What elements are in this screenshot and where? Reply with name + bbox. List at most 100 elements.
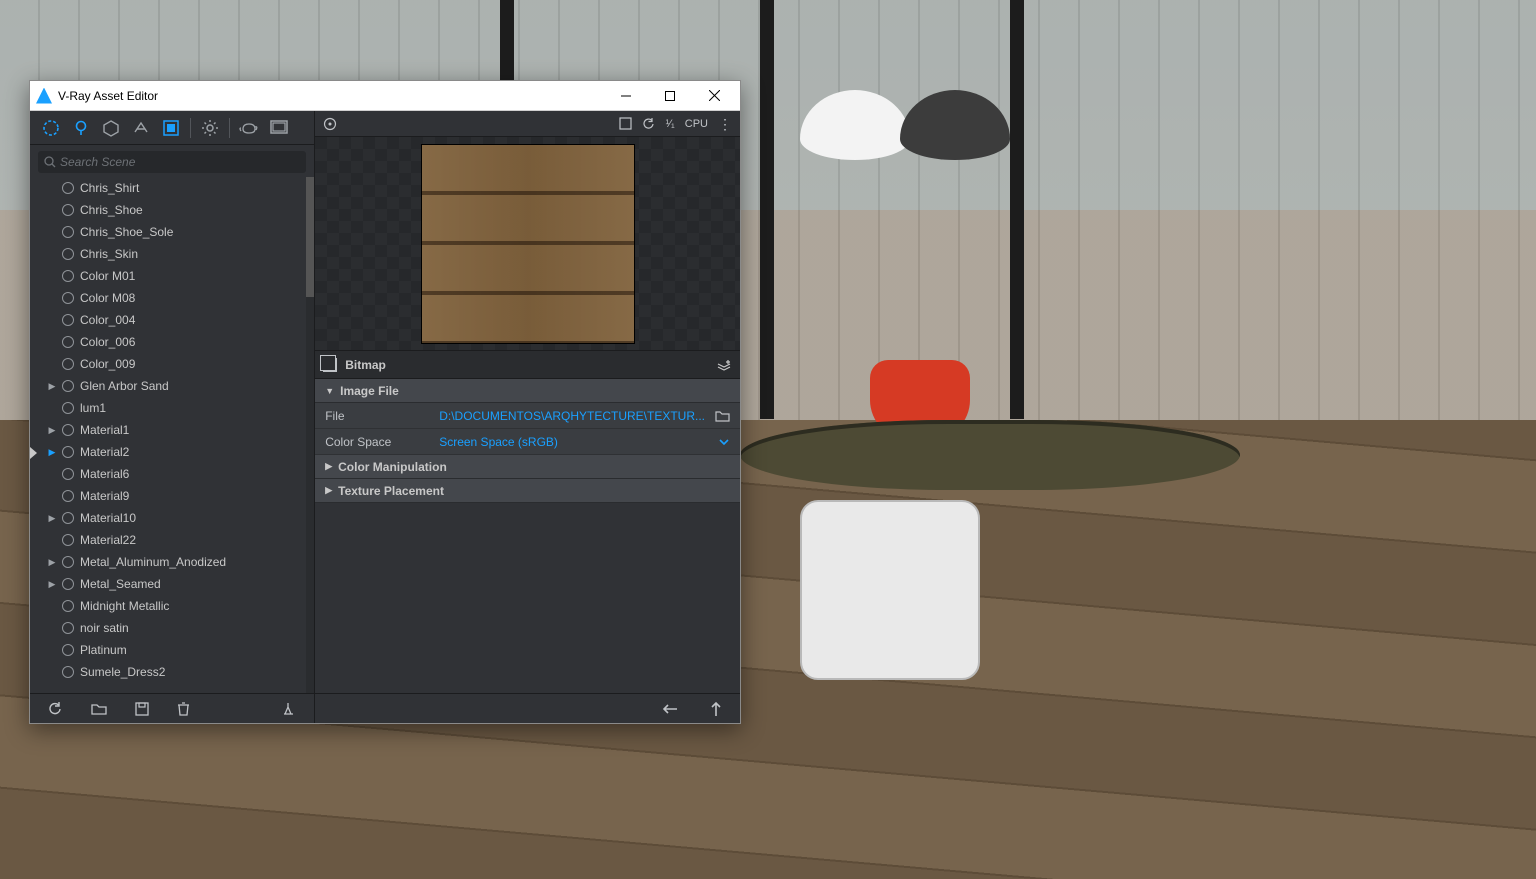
material-item[interactable]: Chris_Shirt — [30, 177, 314, 199]
material-item[interactable]: noir satin — [30, 617, 314, 639]
nav-up-icon[interactable] — [710, 701, 722, 717]
material-item[interactable]: ▶Glen Arbor Sand — [30, 375, 314, 397]
material-swatch-icon — [62, 578, 74, 590]
render-elements-tab-icon[interactable] — [128, 115, 154, 141]
wood-texture-swatch — [421, 144, 635, 344]
search-icon — [44, 156, 56, 168]
vray-logo-icon — [36, 88, 52, 104]
search-field[interactable]: Search Scene — [38, 151, 306, 173]
geometry-tab-icon[interactable] — [98, 115, 124, 141]
open-folder-icon[interactable] — [91, 702, 107, 715]
material-name: Midnight Metallic — [80, 599, 169, 613]
material-item[interactable]: ▶Material1 — [30, 419, 314, 441]
material-swatch-icon — [62, 204, 74, 216]
material-name: Material2 — [80, 445, 129, 459]
material-name: Metal_Seamed — [80, 577, 161, 591]
preview-frame-icon[interactable] — [619, 117, 632, 130]
colorspace-value[interactable]: Screen Space (sRGB) — [439, 435, 708, 449]
section-color-manipulation-label: Color Manipulation — [338, 460, 447, 474]
asset-type-header: Bitmap — [315, 351, 740, 379]
save-icon[interactable] — [135, 702, 149, 716]
section-image-file-label: Image File — [340, 384, 399, 398]
scrollbar-thumb[interactable] — [306, 177, 314, 297]
material-swatch-icon — [62, 248, 74, 260]
expand-caret-icon[interactable]: ▶ — [48, 447, 56, 458]
material-item[interactable]: ▶ Metal_Seamed — [30, 573, 314, 595]
table — [740, 420, 1240, 490]
material-item[interactable]: Color M08 — [30, 287, 314, 309]
material-swatch-icon — [62, 512, 74, 524]
material-swatch-icon — [62, 556, 74, 568]
section-color-manipulation[interactable]: ▶ Color Manipulation — [315, 455, 740, 479]
material-swatch-icon — [62, 468, 74, 480]
material-item[interactable]: Material9 — [30, 485, 314, 507]
material-item[interactable]: Sumele_Dress2 — [30, 661, 314, 683]
material-list[interactable]: Chris_ShirtChris_Shoe Chris_Shoe_Sole Chri… — [30, 177, 314, 693]
browse-file-icon[interactable] — [715, 410, 730, 422]
material-swatch-icon — [62, 644, 74, 656]
material-item[interactable]: ▶Metal_Aluminum_Anodized — [30, 551, 314, 573]
accordion: ▼ Image File File D:\DOCUMENTOS\ARQHYTEC… — [315, 379, 740, 503]
material-swatch-icon — [62, 270, 74, 282]
add-layer-icon[interactable] — [716, 358, 732, 372]
material-item[interactable]: Chris_Skin — [30, 243, 314, 265]
material-name: lum1 — [80, 401, 106, 415]
texture-preview[interactable] — [315, 137, 740, 351]
maximize-button[interactable] — [648, 82, 692, 110]
preview-toolbar: ¹⁄₁ CPU ⋮ — [315, 111, 740, 137]
minimize-button[interactable] — [604, 82, 648, 110]
material-item[interactable]: Material22 — [30, 529, 314, 551]
material-item[interactable]: lum1 — [30, 397, 314, 419]
material-name: Chris_Shoe_Sole — [80, 225, 173, 239]
bitmap-type-icon — [323, 358, 337, 372]
material-item[interactable]: Platinum — [30, 639, 314, 661]
material-item[interactable]: ▶Material10 — [30, 507, 314, 529]
file-label: File — [325, 409, 429, 423]
material-swatch-icon — [62, 424, 74, 436]
delete-icon[interactable] — [177, 701, 190, 716]
colorspace-dropdown-icon[interactable] — [718, 437, 730, 447]
preview-menu-icon[interactable]: ⋮ — [718, 120, 732, 128]
material-item[interactable]: Color_006 — [30, 331, 314, 353]
expand-caret-icon[interactable]: ▶ — [48, 513, 56, 524]
section-texture-placement[interactable]: ▶ Texture Placement — [315, 479, 740, 503]
materials-tab-icon[interactable] — [38, 115, 64, 141]
nav-back-icon[interactable] — [662, 703, 678, 715]
textures-tab-icon[interactable] — [158, 115, 184, 141]
preview-ratio[interactable]: ¹⁄₁ — [666, 118, 675, 130]
file-path-value[interactable]: D:\DOCUMENTOS\ARQHYTECTURE\TEXTUR... — [439, 409, 705, 423]
material-item[interactable]: Color M01 — [30, 265, 314, 287]
material-name: Color_006 — [80, 335, 135, 349]
material-item[interactable]: Midnight Metallic — [30, 595, 314, 617]
preview-refresh-icon[interactable] — [642, 117, 656, 131]
preview-engine[interactable]: CPU — [685, 118, 708, 130]
purge-icon[interactable] — [281, 701, 296, 716]
material-swatch-icon — [62, 226, 74, 238]
settings-icon[interactable] — [197, 115, 223, 141]
material-item[interactable]: Material6 — [30, 463, 314, 485]
section-image-file[interactable]: ▼ Image File — [315, 379, 740, 403]
preview-target-icon[interactable] — [323, 117, 337, 131]
material-item[interactable]: Chris_Shoe — [30, 199, 314, 221]
chevron-right-icon: ▶ — [325, 485, 332, 496]
material-item[interactable]: Chris_Shoe_Sole — [30, 221, 314, 243]
material-name: Color M08 — [80, 291, 135, 305]
material-name: noir satin — [80, 621, 129, 635]
frame-buffer-icon[interactable] — [266, 115, 292, 141]
expand-caret-icon[interactable]: ▶ — [48, 425, 56, 436]
material-item[interactable]: Color_009 — [30, 353, 314, 375]
render-teapot-icon[interactable] — [236, 115, 262, 141]
lights-tab-icon[interactable] — [68, 115, 94, 141]
material-name: Sumele_Dress2 — [80, 665, 165, 679]
close-button[interactable] — [692, 82, 736, 110]
expand-caret-icon[interactable]: ▶ — [48, 579, 56, 590]
expand-caret-icon[interactable]: ▶ — [48, 557, 56, 568]
refresh-icon[interactable] — [48, 701, 63, 716]
scrollbar-track[interactable] — [306, 177, 314, 693]
expand-caret-icon[interactable]: ▶ — [48, 381, 56, 392]
material-name: Chris_Skin — [80, 247, 138, 261]
material-swatch-icon — [62, 336, 74, 348]
material-item[interactable]: Color_004 — [30, 309, 314, 331]
material-item[interactable]: ▶ Material2 — [30, 441, 314, 463]
titlebar[interactable]: V-Ray Asset Editor — [30, 81, 740, 111]
